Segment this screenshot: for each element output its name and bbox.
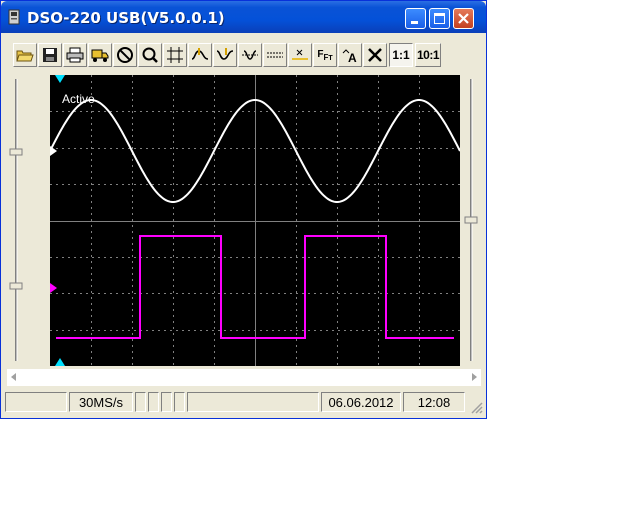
trigger-level-button[interactable] [238,43,262,67]
scope-grid [50,75,460,366]
maximize-icon [434,13,445,24]
close-button[interactable] [453,8,474,29]
cursor-button[interactable] [288,43,312,67]
dash-line-button[interactable] [263,43,287,67]
status-bar: 30MS/s 06.06.2012 12:08 [3,390,484,416]
stop-icon [117,47,133,63]
ratio-1-1-button[interactable]: 1:1 [389,43,413,67]
rising-edge-icon [191,48,209,60]
oscilloscope-display[interactable]: Active [49,75,461,366]
status-label: Active [62,92,95,106]
status-panel-1 [135,392,146,412]
title-bar[interactable]: DSO-220 USB(V5.0.0.1) [1,1,486,33]
minimize-button[interactable] [405,8,426,29]
auto-icon: A [342,49,357,63]
fft-icon: FFT [317,48,333,62]
print-button[interactable] [63,43,87,67]
dash-line-icon [267,52,283,58]
falling-edge-icon [216,48,234,60]
vertical-slider-left[interactable] [9,75,23,365]
status-panel-3 [161,392,172,412]
truck-button[interactable] [88,43,112,67]
zoom-button[interactable] [138,43,162,67]
status-panel-empty [5,392,67,412]
rising-trigger-button[interactable] [188,43,212,67]
close-x-icon [368,48,382,62]
app-window: DSO-220 USB(V5.0.0.1) FFT A 1:1 10:1 Act… [0,0,487,419]
svg-text:A: A [348,51,357,63]
crosshair-icon [167,47,183,63]
sample-rate: 30MS/s [69,392,133,412]
minimize-icon [411,21,418,24]
toolbar: FFT A 1:1 10:1 [3,41,486,71]
falling-trigger-button[interactable] [213,43,237,67]
trigger-bottom-marker[interactable] [55,358,65,366]
status-panel-2 [148,392,159,412]
status-date: 06.06.2012 [321,392,401,412]
auto-button[interactable]: A [338,43,362,67]
vertical-slider-right[interactable] [464,75,478,365]
app-icon [8,9,20,25]
status-panel-spacer [187,392,319,412]
cursor-x-icon [292,49,308,60]
grid-button[interactable] [163,43,187,67]
print-icon [66,47,84,63]
ratio-10-1-button[interactable]: 10:1 [415,43,441,67]
close-icon [458,13,469,24]
maximize-button[interactable] [429,8,450,29]
fft-button[interactable]: FFT [313,43,337,67]
truck-icon [91,49,109,62]
close-channel-button[interactable] [363,43,387,67]
folder-open-icon [16,50,34,62]
window-title: DSO-220 USB(V5.0.0.1) [27,9,225,27]
trigger-top-marker[interactable] [55,75,65,83]
scroll-left-icon[interactable] [11,373,16,381]
status-time: 12:08 [403,392,465,412]
channel1-level-marker[interactable] [50,146,57,156]
channel2-level-marker[interactable] [50,283,57,293]
resize-grip-icon[interactable] [469,400,483,414]
stop-button[interactable] [113,43,137,67]
zoom-icon [142,47,158,63]
save-icon [43,48,57,62]
scroll-right-icon[interactable] [472,373,477,381]
status-panel-4 [174,392,185,412]
open-button[interactable] [13,43,37,67]
horizontal-scrollbar[interactable] [7,369,481,386]
trigger-level-icon [242,50,258,60]
save-button[interactable] [38,43,62,67]
